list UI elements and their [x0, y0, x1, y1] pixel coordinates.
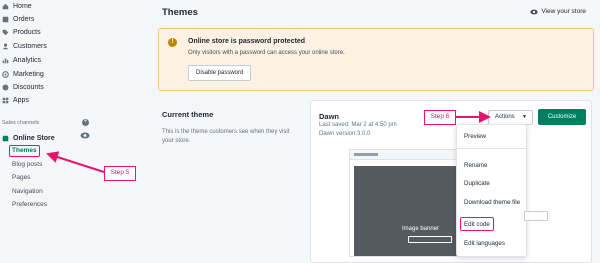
sidebar-item-label: Analytics: [13, 56, 42, 64]
preview-secondary-button: [524, 211, 548, 221]
sidebar: Home Orders Products Customers Analytics…: [0, 0, 140, 263]
apps-icon: [2, 97, 9, 104]
menu-item-duplicate[interactable]: Duplicate: [464, 180, 490, 187]
eye-icon[interactable]: [80, 132, 90, 139]
sidebar-item-label: Customers: [13, 42, 47, 50]
tag-icon: [2, 29, 9, 36]
current-theme-description: This is the theme customers see when the…: [162, 129, 290, 144]
sidebar-item-label: Home: [13, 2, 32, 10]
sidebar-item-orders[interactable]: Orders: [0, 13, 34, 25]
sidebar-item-apps[interactable]: Apps: [0, 94, 29, 106]
sidebar-item-home[interactable]: Home: [0, 0, 32, 12]
sidebar-item-label: Products: [13, 28, 41, 36]
disable-password-button[interactable]: Disable password: [188, 65, 252, 81]
sidebar-item-online-store[interactable]: Online Store: [0, 132, 55, 144]
theme-version: Dawn version 3.0.0: [319, 131, 371, 137]
preview-logo: [354, 153, 378, 156]
banner-text: Only visitors with a password can access…: [188, 50, 345, 56]
add-channel-icon[interactable]: +: [82, 119, 89, 126]
view-store-link[interactable]: View your store: [530, 8, 586, 15]
target-icon: [2, 70, 9, 78]
page-title: Themes: [162, 7, 198, 18]
banner-title: Online store is password protected: [188, 38, 306, 45]
home-icon: [2, 3, 9, 10]
bar-chart-icon: [2, 57, 9, 64]
sidebar-subitem-navigation[interactable]: Navigation: [12, 188, 43, 195]
sidebar-item-products[interactable]: Products: [0, 26, 41, 38]
sidebar-item-label: Apps: [13, 96, 29, 104]
sidebar-item-discounts[interactable]: Discounts: [0, 81, 44, 93]
eye-icon: [530, 9, 538, 14]
view-store-label: View your store: [541, 8, 586, 15]
warning-icon: !: [168, 38, 177, 47]
menu-item-download-theme-file[interactable]: Download theme file: [464, 199, 520, 206]
actions-label: Actions: [495, 114, 515, 120]
sidebar-item-label: Discounts: [13, 83, 44, 91]
orders-icon: [2, 16, 9, 23]
sidebar-item-label: Marketing: [13, 70, 44, 78]
sidebar-item-analytics[interactable]: Analytics: [0, 54, 41, 66]
sidebar-item-label: Orders: [13, 15, 35, 23]
themes-highlight: [9, 145, 40, 157]
preview-caption: Image banner: [402, 226, 440, 232]
sales-channels-label: Sales channels: [2, 120, 40, 126]
sidebar-item-customers[interactable]: Customers: [0, 40, 47, 52]
person-icon: [2, 43, 9, 50]
discount-icon: [2, 84, 9, 91]
step-6-callout: Step 6: [424, 110, 456, 125]
menu-divider: [457, 148, 526, 149]
preview-button: [408, 236, 452, 243]
sidebar-item-marketing[interactable]: Marketing: [0, 68, 44, 80]
password-banner: ! Online store is password protected Onl…: [158, 28, 594, 91]
main-content: Themes View your store ! Online store is…: [140, 0, 600, 263]
menu-item-preview[interactable]: Preview: [464, 133, 486, 140]
actions-button[interactable]: Actions ▼: [488, 110, 533, 125]
sidebar-subitem-blog-posts[interactable]: Blog posts: [12, 161, 42, 168]
sidebar-item-label: Online Store: [13, 134, 55, 142]
chevron-down-icon: ▼: [522, 114, 527, 120]
current-theme-heading: Current theme: [162, 110, 214, 119]
menu-item-edit-languages[interactable]: Edit languages: [464, 240, 505, 247]
sidebar-subitem-pages[interactable]: Pages: [12, 174, 30, 181]
step-5-callout: Step 5: [104, 166, 136, 181]
actions-menu: Preview Rename Duplicate Download theme …: [456, 124, 527, 257]
theme-last-saved: Last saved: Mar 2 at 4:50 pm: [319, 122, 397, 128]
edit-code-highlight: [460, 217, 494, 231]
theme-name: Dawn: [319, 112, 340, 121]
menu-item-rename[interactable]: Rename: [464, 162, 487, 169]
customize-button[interactable]: Customize: [538, 109, 586, 125]
sidebar-subitem-preferences[interactable]: Preferences: [12, 201, 47, 208]
store-icon: [2, 135, 9, 142]
